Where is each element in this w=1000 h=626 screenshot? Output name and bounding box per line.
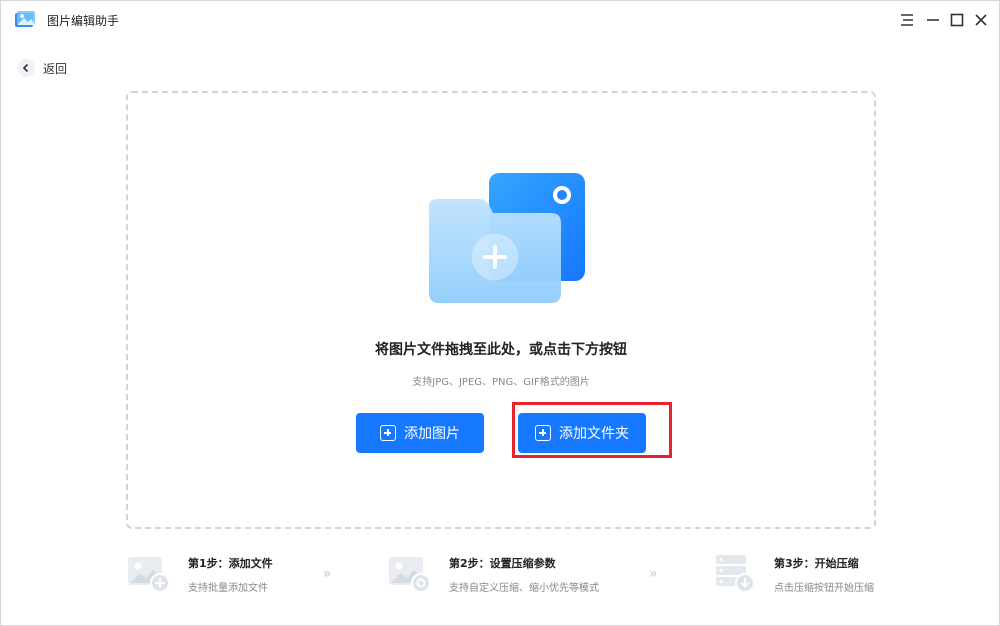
plus-square-icon: [535, 425, 551, 441]
app-title: 图片编辑助手: [47, 14, 120, 28]
back-label: 返回: [43, 61, 68, 76]
add-folder-label: 添加文件夹: [559, 426, 629, 442]
folder-add-icon: [429, 173, 585, 303]
plus-square-icon: [380, 425, 396, 441]
step-3-title: 第3步：开始压缩: [774, 557, 859, 570]
step-1: 第1步：添加文件 支持批量添加文件: [126, 549, 326, 599]
add-folder-button[interactable]: 添加文件夹: [518, 413, 646, 453]
server-download-icon: [716, 555, 755, 593]
step-2-title: 第2步：设置压缩参数: [449, 557, 556, 570]
menu-icon[interactable]: [897, 10, 917, 30]
app-logo-icon: [15, 11, 35, 27]
chevron-left-icon: [17, 59, 35, 77]
chevron-double-right-icon: »: [323, 566, 331, 582]
step-2-desc: 支持自定义压缩、缩小优先等模式: [449, 583, 599, 594]
image-add-icon: [128, 557, 170, 593]
add-image-button[interactable]: 添加图片: [356, 413, 484, 453]
step-3: 第3步：开始压缩 点击压缩按钮开始压缩: [712, 549, 912, 599]
step-3-desc: 点击压缩按钮开始压缩: [774, 583, 874, 594]
step-1-desc: 支持批量添加文件: [188, 583, 268, 594]
drop-zone-title: 将图片文件拖拽至此处，或点击下方按钮: [375, 342, 627, 358]
image-settings-icon: [389, 557, 431, 593]
add-image-label: 添加图片: [404, 426, 460, 442]
drop-zone-subtitle: 支持JPG、JPEG、PNG、GIF格式的图片: [412, 377, 590, 388]
maximize-icon[interactable]: [947, 10, 967, 30]
title-bar: 图片编辑助手: [1, 1, 999, 39]
app-window: 图片编辑助手 返回 将图片文件拖拽至此处，或点击下方按钮 支持JPG、JPEG、…: [0, 0, 1000, 626]
back-button[interactable]: 返回: [17, 57, 67, 79]
chevron-double-right-icon: »: [649, 566, 657, 582]
close-icon[interactable]: [971, 10, 991, 30]
minimize-icon[interactable]: [923, 10, 943, 30]
drop-zone[interactable]: 将图片文件拖拽至此处，或点击下方按钮 支持JPG、JPEG、PNG、GIF格式的…: [126, 91, 876, 529]
step-1-title: 第1步：添加文件: [188, 557, 273, 570]
step-2: 第2步：设置压缩参数 支持自定义压缩、缩小优先等模式: [387, 549, 627, 599]
